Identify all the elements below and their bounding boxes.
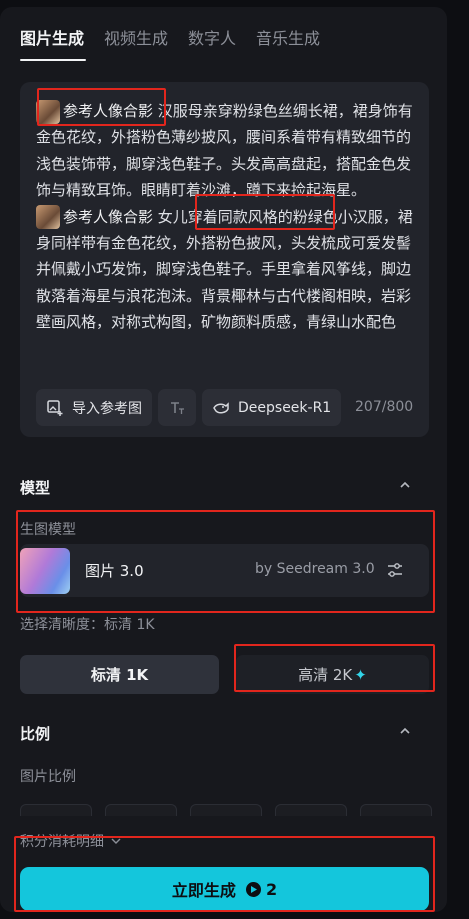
chevron-up-icon[interactable] — [398, 478, 412, 492]
tab-bar: 图片生成 视频生成 数字人 音乐生成 — [20, 25, 320, 49]
generation-panel: 图片生成 视频生成 数字人 音乐生成 参考人像合影 汉服母亲穿粉绿色丝绸长裙，裙… — [0, 7, 447, 912]
reference-chip[interactable]: 参考人像合影 — [36, 98, 153, 124]
model-sub-label: 生图模型 — [20, 522, 76, 538]
ratio-section-title: 比例 — [20, 725, 51, 743]
tab-music-generation[interactable]: 音乐生成 — [256, 25, 320, 49]
generate-button[interactable]: 立即生成 2 — [20, 867, 429, 911]
ratio-sub-label: 图片比例 — [20, 769, 76, 785]
settings-sliders-icon[interactable] — [386, 561, 404, 579]
deepseek-button[interactable]: Deepseek-R1 — [202, 389, 342, 426]
ratio-option[interactable] — [105, 804, 177, 816]
tab-image-generation[interactable]: 图片生成 — [20, 25, 84, 49]
reference-avatar — [36, 205, 60, 230]
resolution-sd-button[interactable]: 标清 1K — [20, 655, 219, 694]
active-tab-indicator — [20, 59, 86, 61]
character-counter: 207/800 — [355, 399, 414, 415]
import-reference-label: 导入参考图 — [72, 400, 142, 417]
generate-cost-value: 2 — [265, 879, 278, 899]
generate-label: 立即生成 — [171, 881, 236, 900]
tab-video-generation[interactable]: 视频生成 — [104, 25, 168, 49]
sparkle-icon: ✦ — [354, 665, 367, 684]
text-format-icon — [171, 401, 184, 414]
credit-coin-icon — [245, 881, 261, 897]
resolution-label: 选择清晰度：标清 1K — [20, 617, 155, 633]
ratio-options — [20, 804, 432, 816]
ratio-option[interactable] — [20, 804, 92, 816]
prompt-text[interactable]: 参考人像合影 汉服母亲穿粉绿色丝绸长裙，裙身饰有金色花纹，外搭粉色薄纱披风，腰间… — [36, 98, 420, 336]
model-section-title: 模型 — [20, 479, 51, 497]
text-format-button[interactable] — [158, 389, 196, 426]
deepseek-label: Deepseek-R1 — [238, 399, 332, 416]
model-selector[interactable]: 图片 3.0 by Seedream 3.0 — [20, 544, 429, 597]
model-provider: by Seedream 3.0 — [255, 561, 375, 577]
generate-cost: 2 — [245, 879, 278, 899]
deepseek-whale-icon — [213, 401, 229, 413]
reference-avatar — [36, 99, 60, 124]
image-add-icon — [47, 399, 63, 416]
credits-detail-toggle[interactable]: 积分消耗明细 — [20, 831, 122, 851]
reference-chip-label: 参考人像合影 — [63, 102, 154, 120]
reference-chip-label: 参考人像合影 — [63, 207, 154, 226]
import-reference-button[interactable]: 导入参考图 — [36, 389, 152, 426]
credits-detail-label: 积分消耗明细 — [20, 834, 104, 850]
prompt-editor[interactable]: 参考人像合影 汉服母亲穿粉绿色丝绸长裙，裙身饰有金色花纹，外搭粉色薄纱披风，腰间… — [20, 82, 429, 437]
ratio-option[interactable] — [190, 804, 262, 816]
tab-digital-human[interactable]: 数字人 — [188, 25, 236, 49]
ratio-option[interactable] — [275, 804, 347, 816]
resolution-hd-button[interactable]: 高清 2K ✦ — [236, 655, 429, 694]
resolution-sd-label: 标清 1K — [90, 666, 149, 684]
chevron-up-icon[interactable] — [398, 724, 412, 738]
ratio-option[interactable] — [360, 804, 432, 816]
prompt-toolbar: 导入参考图 Deepseek-R1 — [36, 389, 342, 426]
reference-chip[interactable]: 参考人像合影 — [36, 204, 153, 230]
model-thumbnail — [20, 548, 70, 594]
chevron-down-icon — [111, 838, 121, 844]
model-name: 图片 3.0 — [85, 562, 144, 580]
resolution-hd-label: 高清 2K — [298, 666, 353, 684]
